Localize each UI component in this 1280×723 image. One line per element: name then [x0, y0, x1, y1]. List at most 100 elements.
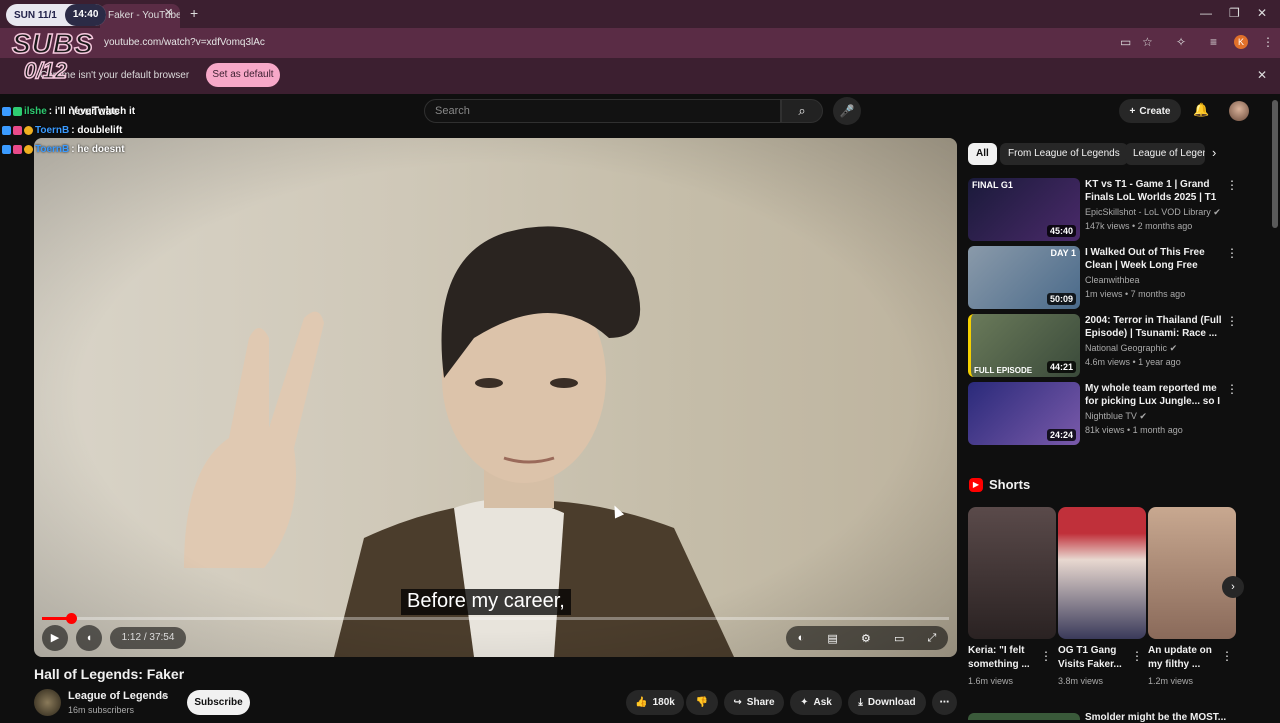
video-thumbnail[interactable]: DAY 1 50:09	[968, 246, 1080, 309]
fullscreen-icon[interactable]: ⤢	[928, 632, 937, 645]
chat-text: : doublelift	[71, 125, 123, 136]
video-thumbnail[interactable]: 24:24	[968, 382, 1080, 445]
thumbs-up-icon: 👍	[635, 697, 648, 708]
bookmark-star-icon[interactable]: ☆	[1142, 35, 1153, 49]
chat-message: ToernB : doublelift	[2, 125, 122, 136]
channel-name: EpicSkillshot - LoL VOD Library ✔	[1085, 207, 1221, 218]
video-frame	[34, 138, 957, 657]
infobar-close-icon[interactable]: ✕	[1257, 68, 1267, 82]
short-title[interactable]: An update on my filthy ...	[1148, 644, 1226, 672]
browser-menu-icon[interactable]: ⋮	[1262, 35, 1274, 49]
minimize-icon[interactable]: —	[1200, 6, 1212, 20]
short-thumbnail[interactable]	[1058, 507, 1146, 639]
more-options-icon[interactable]: ⋮	[1226, 246, 1238, 260]
share-button[interactable]: ↪ Share	[724, 690, 784, 715]
recommendation-item[interactable]: FULL EPISODE 44:21 2004: Terror in Thail…	[968, 314, 1238, 378]
verified-icon: ✔	[161, 691, 169, 701]
plus-icon: +	[1129, 105, 1136, 117]
channel-name-text: Nightblue TV	[1085, 411, 1137, 421]
url-field[interactable]: youtube.com/watch?v=xdfVomq3lAc	[104, 37, 265, 48]
more-options-icon[interactable]: ⋮	[1226, 382, 1238, 396]
chip-league-of-legends[interactable]: League of Legends	[1125, 143, 1205, 165]
cast-icon[interactable]: ▭	[1120, 35, 1131, 49]
more-options-icon[interactable]: ⋮	[1221, 649, 1233, 663]
stream-clock: SUN 11/1 14:40	[6, 4, 107, 26]
more-options-icon[interactable]: ⋮	[1226, 314, 1238, 328]
video-title[interactable]: 2004: Terror in Thailand (Full Episode) …	[1085, 314, 1223, 340]
create-button[interactable]: + Create	[1119, 99, 1181, 123]
dislike-button[interactable]: 👎	[686, 690, 718, 715]
channel-name[interactable]: League of Legends	[68, 690, 168, 702]
more-options-icon[interactable]: ⋮	[1226, 178, 1238, 192]
microphone-icon[interactable]: 🎤	[833, 97, 861, 125]
chevron-right-icon[interactable]: ›	[1212, 145, 1216, 160]
settings-gear-icon[interactable]: ⚙	[861, 632, 871, 645]
recommendation-item[interactable]: DAY 1 50:09 I Walked Out of This Free Cl…	[968, 246, 1238, 310]
tab-close-icon[interactable]: ✕	[164, 6, 173, 19]
extensions-icon[interactable]: ✧	[1176, 35, 1186, 49]
subs-goal-count: 0/12	[23, 57, 67, 84]
channel-name: National Geographic ✔	[1085, 343, 1177, 354]
chat-message: ToernB : he doesnt	[2, 144, 125, 155]
video-thumbnail[interactable]: FINAL G1 45:40	[968, 178, 1080, 241]
download-button[interactable]: ⤓ Download	[848, 690, 926, 715]
video-title[interactable]: My whole team reported me for picking Lu…	[1085, 382, 1223, 409]
video-title[interactable]: KT vs T1 - Game 1 | Grand Finals LoL Wor…	[1085, 178, 1223, 205]
channel-avatar[interactable]	[34, 689, 61, 716]
subs-goal-label: SUBS	[11, 27, 94, 60]
reading-list-icon[interactable]: ≡	[1210, 35, 1217, 49]
recommendation-item[interactable]: FINAL G1 45:40 KT vs T1 - Game 1 | Grand…	[968, 178, 1238, 242]
short-views: 1.2m views	[1148, 676, 1194, 686]
more-actions-icon[interactable]: ⋯	[932, 690, 957, 715]
video-thumbnail[interactable]	[968, 713, 1080, 720]
search-input[interactable]: Search	[424, 99, 781, 123]
new-tab-icon[interactable]: +	[190, 5, 198, 21]
chip-all[interactable]: All	[968, 143, 997, 165]
video-title[interactable]: Smolder might be the MOST...	[1085, 712, 1226, 723]
short-title[interactable]: Keria: "I felt something ...	[968, 644, 1046, 672]
video-duration: 24:24	[1046, 429, 1076, 441]
short-thumbnail[interactable]	[968, 507, 1056, 639]
short-thumbnail[interactable]	[1148, 507, 1236, 639]
video-title[interactable]: I Walked Out of This Free Clean | Week L…	[1085, 246, 1223, 273]
ask-button[interactable]: ✦ Ask	[790, 690, 842, 715]
profile-avatar[interactable]: K	[1234, 35, 1248, 49]
maximize-icon[interactable]: ❐	[1229, 6, 1240, 20]
chat-username: ilshe	[24, 106, 47, 117]
prime-badge-icon	[2, 107, 11, 116]
clock-time: 14:40	[64, 4, 107, 26]
scrollbar[interactable]	[1272, 100, 1278, 228]
more-options-icon[interactable]: ⋮	[1131, 649, 1143, 663]
volume-icon[interactable]: ◖	[76, 625, 102, 651]
notifications-bell-icon[interactable]: 🔔	[1193, 102, 1209, 118]
short-views: 1.6m views	[968, 676, 1014, 686]
subscribe-button[interactable]: Subscribe	[187, 690, 250, 715]
chip-from-channel[interactable]: From League of Legends	[1000, 143, 1128, 165]
channel-name: Cleanwithbea	[1085, 275, 1140, 285]
video-thumbnail[interactable]: FULL EPISODE 44:21	[968, 314, 1080, 377]
video-meta: 4.6m views • 1 year ago	[1085, 357, 1181, 367]
short-title[interactable]: OG T1 Gang Visits Faker...	[1058, 644, 1136, 672]
video-player[interactable]	[34, 138, 957, 657]
video-meta: 81k views • 1 month ago	[1085, 425, 1183, 435]
more-options-icon[interactable]: ⋮	[1040, 649, 1052, 663]
progress-scrubber[interactable]	[66, 613, 78, 624]
subtitles-icon[interactable]: ▤	[827, 632, 837, 645]
bits-badge-icon	[24, 145, 33, 154]
progress-bar[interactable]	[42, 617, 949, 620]
video-title: Hall of Legends: Faker	[34, 666, 185, 682]
play-icon[interactable]: ▶	[42, 625, 68, 651]
search-icon[interactable]: ⌕	[781, 99, 823, 123]
autoplay-toggle-icon[interactable]: ◐	[798, 632, 805, 644]
theater-mode-icon[interactable]: ▭	[894, 632, 904, 645]
window-close-icon[interactable]: ✕	[1257, 6, 1267, 20]
recommendation-item[interactable]: 24:24 My whole team reported me for pick…	[968, 382, 1238, 446]
video-duration: 45:40	[1046, 225, 1076, 237]
shorts-next-chevron-icon[interactable]: ›	[1222, 576, 1244, 598]
set-default-button[interactable]: Set as default	[206, 63, 280, 87]
like-button[interactable]: 👍 180k	[626, 690, 684, 715]
account-avatar[interactable]	[1229, 101, 1249, 121]
video-duration: 44:21	[1046, 361, 1076, 373]
ask-label: Ask	[813, 697, 832, 708]
heart-badge-icon	[13, 145, 22, 154]
